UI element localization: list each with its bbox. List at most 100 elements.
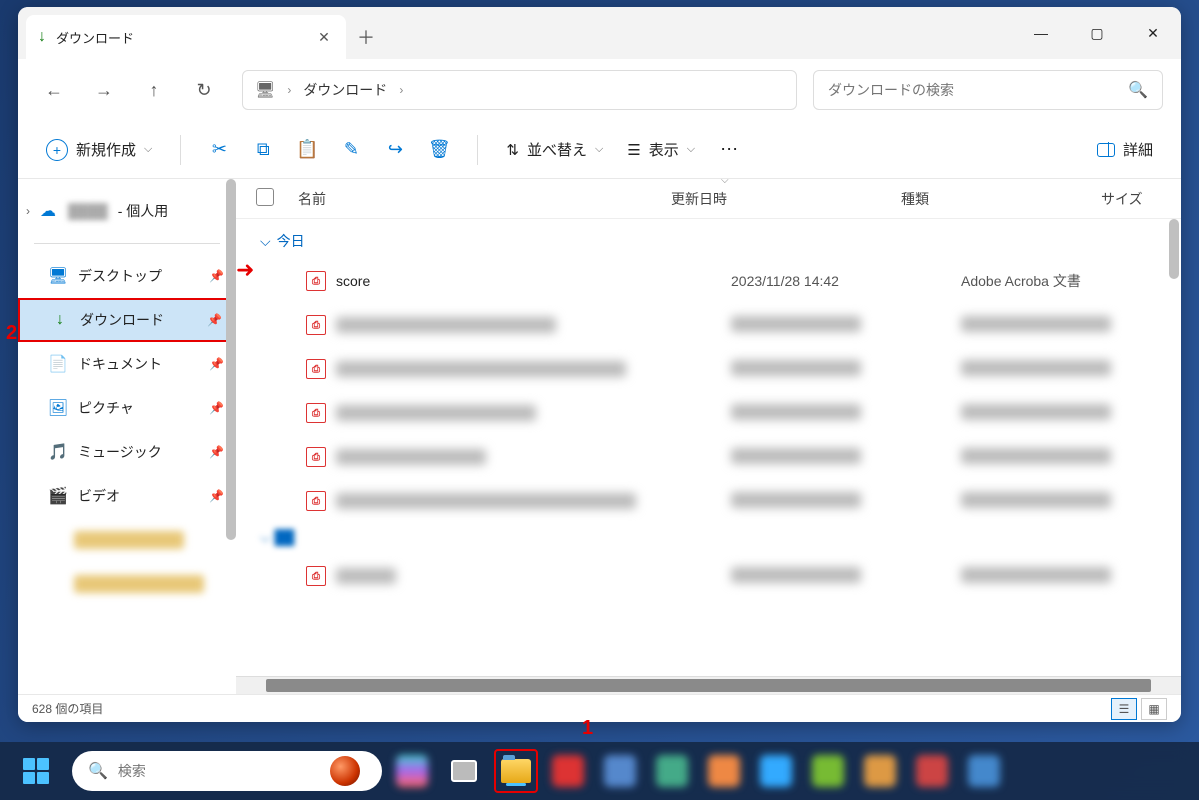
maximize-button[interactable]: ▢ [1069,11,1125,55]
search-box[interactable]: 🔍 [813,70,1163,110]
delete-button[interactable]: 🗑 [419,130,459,170]
sidebar-item-label: デスクトップ [78,266,162,286]
refresh-button[interactable]: ↻ [182,68,226,112]
view-button[interactable]: ☰ 表示 ⌵ [617,133,705,166]
pdf-icon: ⎙ [306,447,326,467]
annotation-2: 2 [6,322,17,345]
chevron-right-icon: › [26,204,30,218]
column-type[interactable]: 種類 [901,189,1101,209]
sidebar-scrollbar[interactable] [226,179,236,540]
file-row-blurred[interactable]: ⎙ [256,391,1161,435]
thumbnails-view-toggle[interactable]: ▦ [1141,698,1167,720]
taskbar-app-blurred[interactable] [910,749,954,793]
sidebar-desktop[interactable]: 🖥 デスクトップ 📌 [18,254,236,298]
nav-toolbar: ← → ↑ ↻ 🖥 › ダウンロード › 🔍 [18,59,1181,121]
sidebar-pictures[interactable]: 🖼 ピクチャ 📌 [18,386,236,430]
pc-icon: 🖥 [255,80,275,100]
column-headers: 名前 ⌵更新日時 種類 サイズ [236,179,1181,219]
plus-circle-icon: + [46,139,68,161]
sidebar-downloads[interactable]: ↓ ダウンロード 📌 [18,298,236,342]
details-view-toggle[interactable]: ☰ [1111,698,1137,720]
sidebar-item-label: ミュージック [78,442,162,462]
cut-button[interactable]: ✂ [199,130,239,170]
search-icon: 🔍 [88,761,108,781]
taskbar-app-blurred[interactable] [754,749,798,793]
pdf-icon: ⎙ [306,566,326,586]
search-icon[interactable]: 🔍 [1128,80,1148,100]
group-blurred[interactable]: ⌵ ██ [256,523,1161,554]
taskbar-taskview[interactable] [442,749,486,793]
column-size[interactable]: サイズ [1101,189,1161,209]
file-row-blurred[interactable]: ⎙ [256,435,1161,479]
view-icon: ☰ [627,141,640,159]
file-row-blurred[interactable]: ⎙ [256,479,1161,523]
paste-button[interactable]: 📋 [287,130,327,170]
file-row-blurred[interactable]: ⎙ [256,347,1161,391]
close-window-button[interactable]: ✕ [1125,11,1181,55]
file-row-score[interactable]: ⎙ score 2023/11/28 14:42 Adobe Acroba 文書 [256,259,1161,303]
tab-downloads[interactable]: ↓ ダウンロード ✕ [26,15,346,59]
taskbar-explorer[interactable] [494,749,538,793]
file-row-blurred[interactable]: ⎙ [256,303,1161,347]
taskbar-app-blurred[interactable] [546,749,590,793]
sidebar-blurred-item[interactable] [18,518,236,562]
address-bar[interactable]: 🖥 › ダウンロード › [242,70,797,110]
sidebar-music[interactable]: 🎵 ミュージック 📌 [18,430,236,474]
annotation-1: 1 [582,717,593,740]
chevron-down-icon: ⌵ [144,143,152,156]
taskbar-search-input[interactable] [118,763,320,779]
taskbar-app-blurred[interactable] [650,749,694,793]
taskbar-app-blurred[interactable] [858,749,902,793]
close-tab-icon[interactable]: ✕ [314,27,334,47]
breadcrumb-segment[interactable]: ダウンロード [303,80,387,100]
search-input[interactable] [828,82,1128,98]
windows-icon [23,758,49,784]
group-today[interactable]: ⌵ 今日 [256,225,1161,259]
vertical-scrollbar[interactable] [1169,219,1179,279]
details-label: 詳細 [1123,139,1153,160]
sidebar-item-label: ビデオ [78,486,120,506]
sidebar-personal-label: - 個人用 [118,201,169,221]
taskbar-search[interactable]: 🔍 [72,751,382,791]
taskbar-copilot[interactable] [390,749,434,793]
more-button[interactable]: ⋯ [709,130,749,170]
taskbar-app-blurred[interactable] [702,749,746,793]
file-name: score [336,273,370,289]
command-toolbar: + 新規作成 ⌵ ✂ ⧉ 📋 ✎ ↪ 🗑 ⇅ 並べ替え ⌵ ☰ 表示 ⌵ ⋯ 詳… [18,121,1181,179]
column-name[interactable]: 名前 [286,189,671,209]
sort-indicator-icon: ⌵ [721,179,729,186]
file-list: ⌵ 今日 ➜ ⎙ score 2023/11/28 14:42 Adobe Ac… [236,219,1181,676]
sidebar-videos[interactable]: 🎬 ビデオ 📌 [18,474,236,518]
pin-icon: 📌 [209,269,224,283]
status-bar: 628 個の項目 ☰ ▦ [18,694,1181,722]
view-label: 表示 [649,139,679,160]
new-tab-button[interactable]: ＋ [346,17,386,57]
videos-icon: 🎬 [48,486,68,506]
start-button[interactable] [14,749,58,793]
copy-button[interactable]: ⧉ [243,130,283,170]
sidebar-blurred-item[interactable] [18,562,236,606]
back-button[interactable]: ← [32,68,76,112]
taskbar-app-blurred[interactable] [962,749,1006,793]
chevron-right-icon: › [399,83,403,97]
taskbar-app-blurred[interactable] [598,749,642,793]
chevron-down-icon: ⌵ [687,143,695,156]
forward-button[interactable]: → [82,68,126,112]
details-pane-button[interactable]: 詳細 [1087,133,1163,166]
rename-button[interactable]: ✎ [331,130,371,170]
taskbar-app-blurred[interactable] [806,749,850,793]
pin-icon: 📌 [207,313,222,327]
sidebar-documents[interactable]: 📄 ドキュメント 📌 [18,342,236,386]
new-button[interactable]: + 新規作成 ⌵ [36,133,162,167]
chevron-down-icon: ⌵ [260,233,271,250]
new-label: 新規作成 [76,139,136,160]
sidebar-onedrive[interactable]: › ☁ ████ - 個人用 [18,189,236,233]
file-row-blurred[interactable]: ⎙ [256,554,1161,598]
share-button[interactable]: ↪ [375,130,415,170]
up-button[interactable]: ↑ [132,68,176,112]
sort-button[interactable]: ⇅ 並べ替え ⌵ [496,133,613,166]
horizontal-scrollbar[interactable] [236,676,1181,694]
minimize-button[interactable]: — [1013,11,1069,55]
select-all-checkbox[interactable] [256,188,274,206]
column-date[interactable]: ⌵更新日時 [671,189,901,209]
